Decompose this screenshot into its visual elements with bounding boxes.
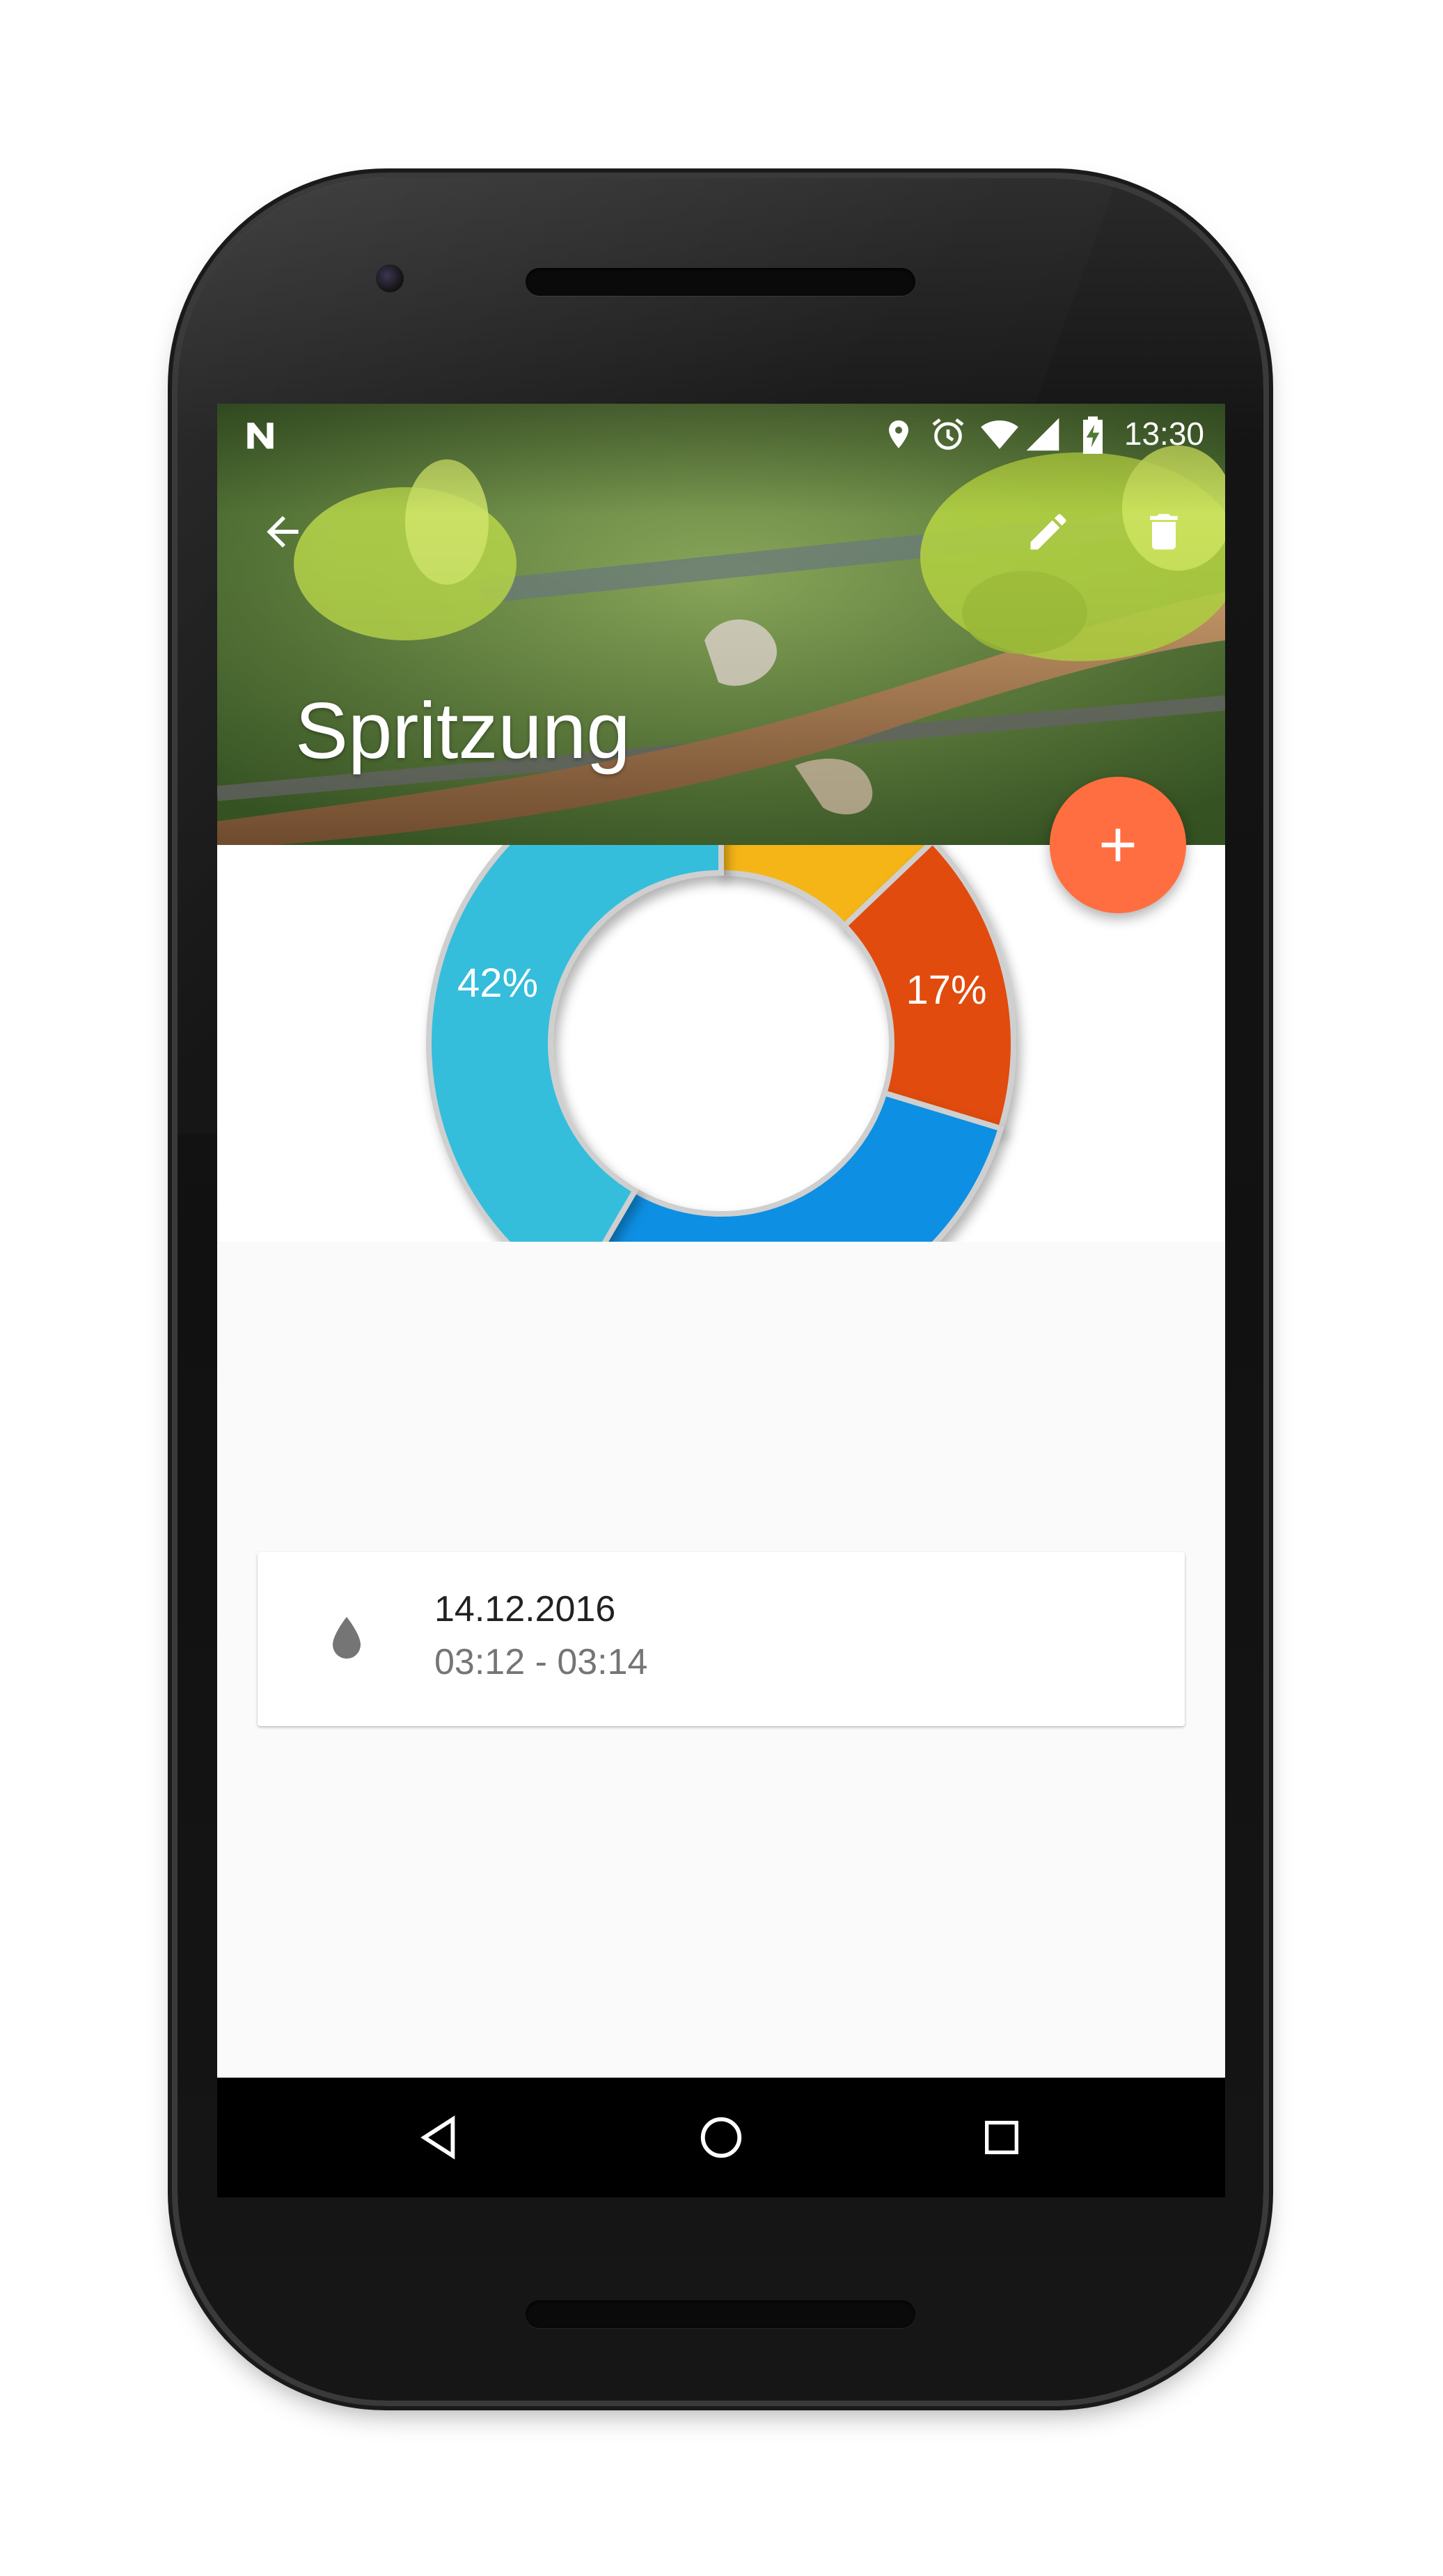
edit-pencil-icon[interactable] <box>1025 508 1072 555</box>
signal-icon <box>1026 418 1059 451</box>
home-circle-icon[interactable] <box>697 2113 746 2162</box>
delete-trash-icon[interactable] <box>1140 508 1188 555</box>
donut-chart: 13% 17% 29% 42% <box>426 748 1016 1338</box>
front-camera <box>376 264 404 292</box>
navigation-bar <box>217 2078 1225 2197</box>
add-button[interactable] <box>1050 777 1186 913</box>
bottom-speaker <box>526 2300 915 2328</box>
back-arrow-icon[interactable] <box>259 508 306 555</box>
back-triangle-icon[interactable] <box>414 2113 463 2162</box>
status-bar: 13:30 <box>217 404 1225 466</box>
recents-square-icon[interactable] <box>979 2115 1024 2160</box>
list-item[interactable]: 14.12.2016 03:12 - 03:14 <box>258 1552 1185 1726</box>
donut-slice-label: 42% <box>457 961 538 1006</box>
battery-charging-icon <box>1083 416 1103 454</box>
app-screen: 13:30 Spritzung 13% 17% 29% 42% 14.12.2016 … <box>217 404 1225 2197</box>
donut-slice-label: 13% <box>772 845 853 853</box>
header-image: 13:30 Spritzung <box>217 404 1225 845</box>
donut-slice-42 <box>426 748 724 1300</box>
water-drop-icon <box>333 1617 361 1659</box>
n-notification-icon <box>247 422 274 449</box>
list-item-time: 03:12 - 03:14 <box>434 1642 648 1682</box>
donut-slice-label: 29% <box>765 1237 846 1242</box>
donut-slice-label: 17% <box>906 967 986 1013</box>
donut-slice-29 <box>569 1089 1004 1338</box>
plus-icon <box>1101 828 1135 862</box>
location-icon <box>889 420 908 448</box>
chart-area: 13% 17% 29% 42% <box>217 748 1225 1338</box>
alarm-icon <box>932 418 964 450</box>
status-time: 13:30 <box>1123 416 1204 452</box>
page-title: Spritzung <box>295 687 631 775</box>
wifi-icon <box>981 420 1018 449</box>
top-speaker <box>526 268 915 296</box>
vine-photo <box>217 404 1225 845</box>
list-item-date: 14.12.2016 <box>434 1589 616 1629</box>
